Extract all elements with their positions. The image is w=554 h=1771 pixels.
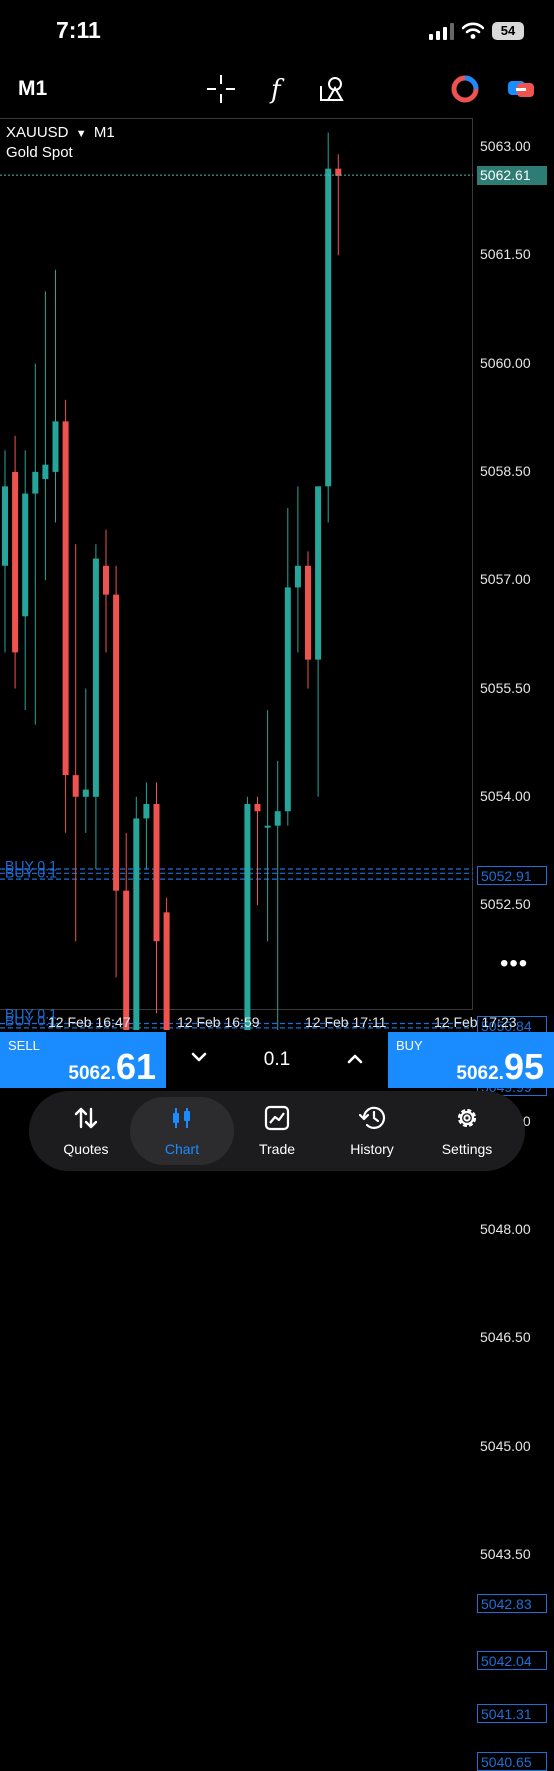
chart-area[interactable] [0, 118, 473, 1010]
price-axis-label: 5046.50 [480, 1329, 531, 1346]
price-axis-label: 5052.50 [480, 896, 531, 913]
order-price-label: 5040.65 [477, 1751, 547, 1771]
increase-lot-icon[interactable] [346, 1052, 364, 1066]
order-price-label: 5052.91 [477, 866, 547, 886]
price-axis-label: 5061.50 [480, 246, 531, 263]
nav-item-settings[interactable]: Settings [417, 1091, 517, 1171]
wifi-icon [462, 22, 484, 39]
more-options-icon[interactable]: ••• [500, 950, 528, 978]
time-axis-label: 12 Feb 17:11 [305, 1014, 387, 1030]
nav-item-quotes[interactable]: Quotes [36, 1091, 136, 1171]
battery-icon: 54 [492, 22, 524, 40]
nav-label: Chart [164, 1141, 200, 1157]
order-price-label: 5041.31 [477, 1704, 547, 1724]
chart-toolbar: M1 f [0, 62, 554, 114]
timeframe-button[interactable]: M1 [18, 77, 47, 101]
buy-caption: BUY [396, 1038, 423, 1053]
chart-icon [173, 1108, 190, 1128]
status-icons: 54 [429, 20, 524, 42]
price-axis-label: 5063.00 [480, 138, 531, 154]
time-axis-label: 12 Feb 16:47 [48, 1014, 131, 1030]
nav-label: Settings [441, 1141, 493, 1157]
lot-selector: 0.1 [166, 1032, 388, 1088]
sell-caption: SELL [8, 1038, 40, 1053]
time-axis-label: 12 Feb 16:59 [177, 1014, 260, 1030]
price-axis-label: 5054.00 [480, 787, 531, 804]
quotes-icon [74, 1107, 98, 1129]
objects-icon[interactable] [316, 72, 350, 106]
buy-button[interactable]: BUY 5062.95 [388, 1032, 554, 1088]
price-axis-label: 5058.50 [480, 462, 531, 479]
price-axis-label: 5055.50 [480, 679, 531, 696]
buy-price-big: 95 [503, 1046, 544, 1087]
crosshair-icon[interactable] [204, 72, 238, 106]
nav-label: Quotes [63, 1141, 109, 1157]
price-axis-label: 5043.50 [480, 1545, 531, 1562]
account-icon[interactable] [504, 72, 538, 106]
symbol-description: Gold Spot [6, 144, 73, 161]
buy-price: 5062.95 [456, 1046, 544, 1088]
sell-button[interactable]: SELL 5062.61 [0, 1032, 166, 1088]
status-bar: 7:11 54 [0, 0, 554, 62]
buy-price-prefix: 5062. [456, 1063, 504, 1084]
price-axis-label: 5048.00 [480, 1221, 531, 1237]
sell-price-big: 61 [115, 1046, 156, 1087]
symbol-period: M1 [93, 124, 115, 141]
price-axis-label: 5045.00 [480, 1437, 531, 1454]
status-time: 7:11 [56, 17, 101, 43]
one-click-trading-icon[interactable] [448, 72, 482, 106]
symbol-dropdown-icon[interactable]: ▼ [73, 128, 90, 140]
bottom-navigation: Quotes Chart Trade History Settings [29, 1091, 525, 1171]
symbol-title[interactable]: XAUUSD ▼ M1 [6, 124, 115, 141]
order-price-label: 5042.83 [477, 1594, 547, 1614]
settings-icon [457, 1108, 477, 1128]
time-axis-label: 12 Feb 17:23 [434, 1014, 517, 1030]
cellular-signal-icon [429, 22, 454, 40]
trade-bar: SELL 5062.61 0.1 BUY 5062.95 [0, 1032, 554, 1088]
order-price-label: 5042.04 [477, 1651, 547, 1671]
nav-item-history[interactable]: History [322, 1091, 422, 1171]
sell-price-prefix: 5062. [68, 1063, 116, 1084]
trade-icon [264, 1105, 290, 1131]
nav-label: Trade [258, 1141, 296, 1157]
nav-label: History [350, 1141, 394, 1157]
history-icon [359, 1106, 386, 1129]
current-price-label: 5062.61 [477, 166, 547, 186]
sell-price: 5062.61 [68, 1046, 156, 1088]
nav-item-trade[interactable]: Trade [227, 1091, 327, 1171]
symbol-name: XAUUSD [6, 124, 69, 141]
price-axis-label: 5060.00 [480, 354, 531, 371]
price-axis-label: 5057.00 [480, 571, 531, 588]
indicators-icon[interactable]: f [262, 72, 296, 106]
svg-text:f: f [269, 75, 285, 105]
nav-item-chart[interactable]: Chart [132, 1091, 232, 1171]
